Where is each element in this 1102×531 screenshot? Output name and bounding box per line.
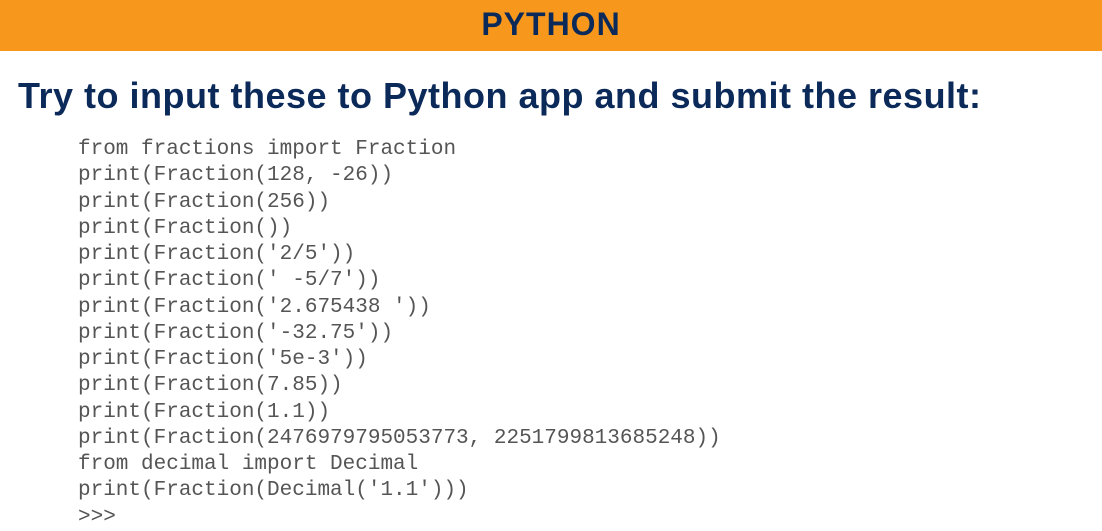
code-line: print(Fraction('-32.75')) <box>78 321 1102 347</box>
code-line: print(Fraction(128, -26)) <box>78 163 1102 189</box>
instruction-text: Try to input these to Python app and sub… <box>0 51 1102 131</box>
code-block: from fractions import Fraction print(Fra… <box>0 131 1102 531</box>
header-bar: PYTHON <box>0 0 1102 51</box>
code-line: print(Fraction(' -5/7')) <box>78 268 1102 294</box>
header-title: PYTHON <box>0 6 1102 43</box>
code-line: print(Fraction('5e-3')) <box>78 347 1102 373</box>
code-line: from fractions import Fraction <box>78 137 1102 163</box>
code-line: from decimal import Decimal <box>78 452 1102 478</box>
code-line: print(Fraction(2476979795053773, 2251799… <box>78 426 1102 452</box>
code-line: print(Fraction(Decimal('1.1'))) <box>78 478 1102 504</box>
code-line: >>> <box>78 505 1102 531</box>
code-line: print(Fraction(1.1)) <box>78 400 1102 426</box>
code-line: print(Fraction()) <box>78 216 1102 242</box>
code-line: print(Fraction(256)) <box>78 190 1102 216</box>
code-line: print(Fraction('2/5')) <box>78 242 1102 268</box>
code-line: print(Fraction(7.85)) <box>78 373 1102 399</box>
code-line: print(Fraction('2.675438 ')) <box>78 295 1102 321</box>
